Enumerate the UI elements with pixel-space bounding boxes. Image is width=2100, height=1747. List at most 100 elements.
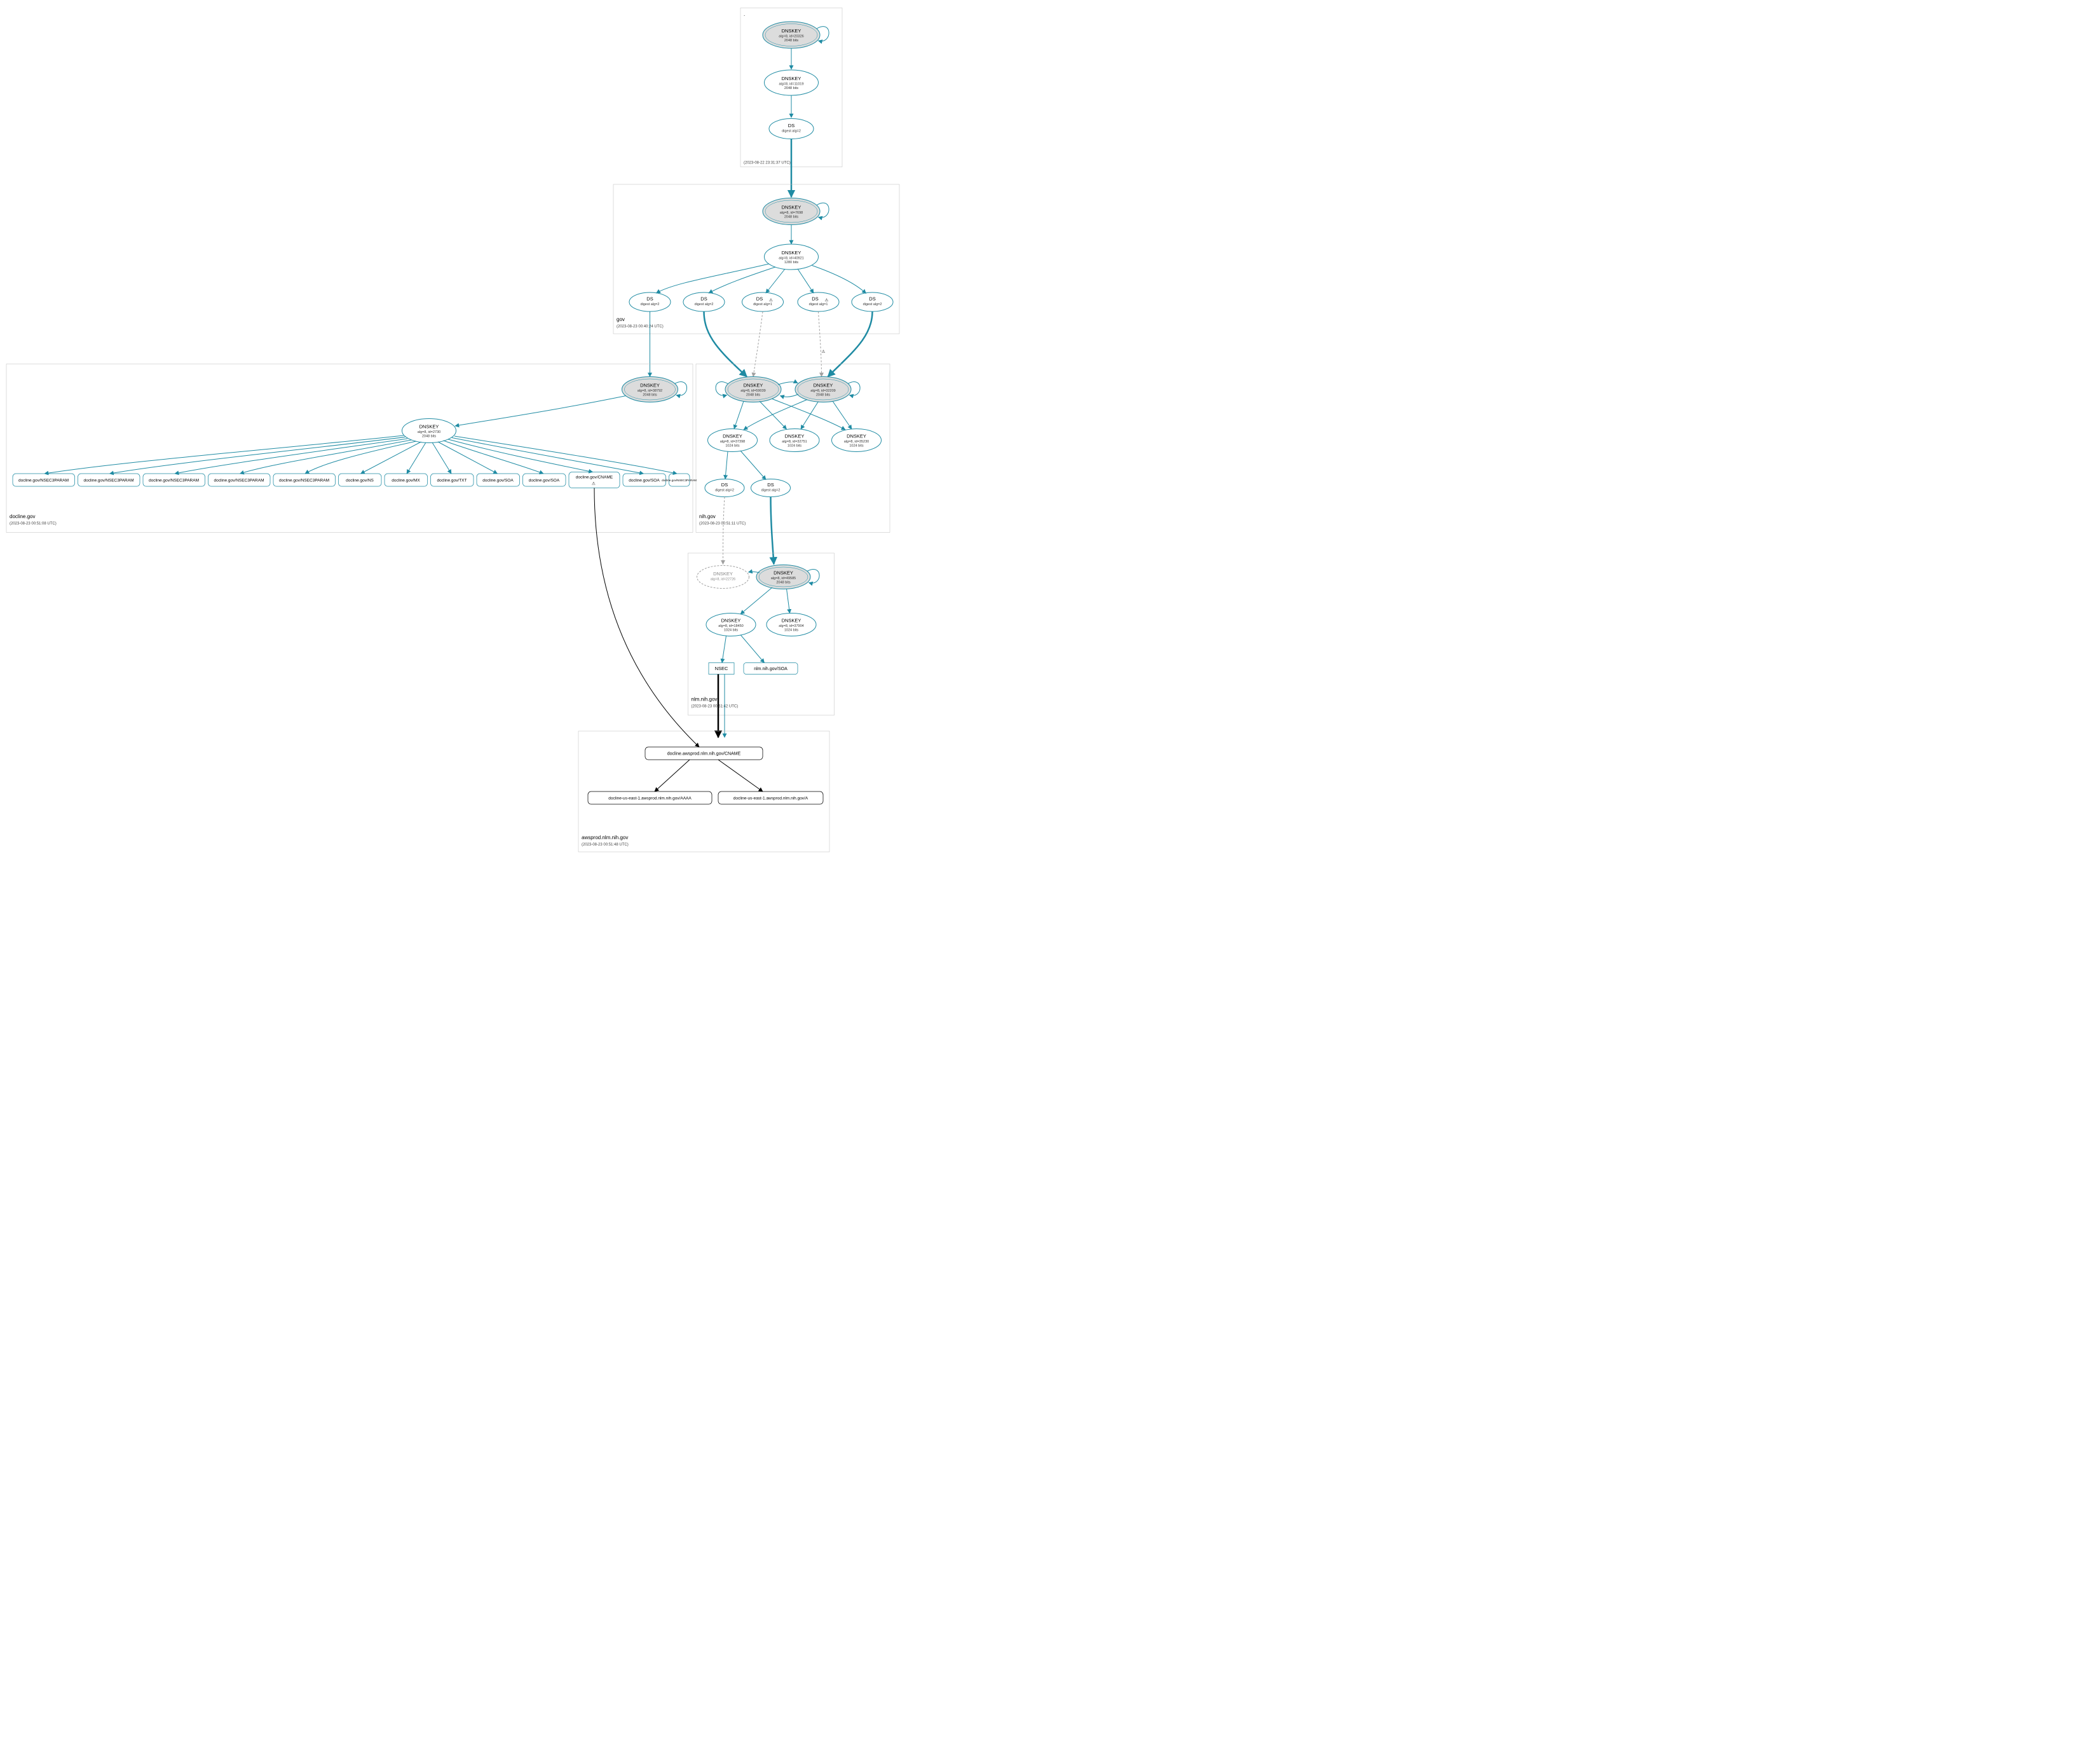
svg-text:2048 bits: 2048 bits [746, 394, 761, 397]
svg-text:DS: DS [721, 482, 728, 488]
svg-text:2048 bits: 2048 bits [784, 216, 799, 219]
svg-text:docline.awsprod.nlm.nih.gov/CN: docline.awsprod.nlm.nih.gov/CNAME [667, 752, 741, 757]
awsprod-a: docline-us-east-1.awsprod.nlm.nih.gov/A [718, 791, 823, 804]
zone-gov-label: gov [617, 317, 625, 322]
svg-text:DS: DS [646, 296, 653, 302]
nlm-ksk-grey: DNSKEY alg=8, id=22726 [697, 566, 749, 589]
zone-nih-label: nih.gov [699, 514, 716, 519]
svg-text:DS: DS [869, 296, 875, 302]
svg-text:alg=8, id=22726: alg=8, id=22726 [711, 578, 735, 582]
svg-text:alg=8, id=7698: alg=8, id=7698 [780, 211, 803, 215]
svg-text:docline-us-east-1.awsprod.nlm.: docline-us-east-1.awsprod.nlm.nih.gov/A [733, 797, 808, 801]
root-ds: DS digest alg=2 [769, 119, 814, 139]
svg-text:alg=8, id=2730: alg=8, id=2730 [418, 430, 440, 434]
nih-zsk3: DNSKEY alg=8, id=35230 1024 bits [832, 429, 882, 452]
gov-ds3: DS ⚠ digest alg=1 [742, 292, 784, 312]
svg-text:DNSKEY: DNSKEY [419, 424, 439, 430]
gov-ds4: DS ⚠ digest alg=1 [798, 292, 839, 312]
svg-text:DS: DS [812, 296, 818, 302]
zone-docline-ts: (2023-08-23 00:51:08 UTC) [10, 522, 57, 526]
svg-text:docline.gov/NSEC3PARAM: docline.gov/NSEC3PARAM [84, 479, 134, 483]
nlm-zsk1: DNSKEY alg=8, id=18450 1024 bits [706, 613, 756, 636]
docline-rr5: docline.gov/NS [339, 474, 382, 486]
gov-ds1: DS digest alg=2 [629, 292, 671, 312]
gov-ksk: DNSKEY alg=8, id=7698 2048 bits [763, 198, 829, 225]
warning-icon: ⚠ [825, 298, 829, 303]
nih-zsk1: DNSKEY alg=8, id=37398 1024 bits [708, 429, 758, 452]
zone-nih-ts: (2023-08-23 00:51:11 UTC) [699, 522, 746, 526]
svg-text:alg=8, id=59039: alg=8, id=59039 [740, 389, 765, 393]
docline-zsk: DNSKEY alg=8, id=2730 2048 bits [402, 419, 456, 443]
svg-text:alg=8, id=11019: alg=8, id=11019 [779, 83, 803, 86]
svg-text:alg=8, id=37398: alg=8, id=37398 [720, 440, 745, 444]
gov-ds2: DS digest alg=2 [683, 292, 725, 312]
svg-text:digest alg=2: digest alg=2 [695, 303, 714, 306]
svg-text:DS: DS [788, 123, 794, 128]
docline-rr7: docline.gov/TXT [431, 474, 474, 486]
awsprod-aaaa: docline-us-east-1.awsprod.nlm.nih.gov/AA… [588, 791, 712, 804]
docline-rr0: docline.gov/NSEC3PARAM [13, 474, 75, 486]
svg-text:DNSKEY: DNSKEY [782, 28, 801, 34]
svg-text:docline.gov/NSEC3PARAM: docline.gov/NSEC3PARAM [662, 479, 697, 482]
svg-text:digest alg=2: digest alg=2 [641, 303, 660, 306]
docline-rr8: docline.gov/SOA [477, 474, 520, 486]
nlm-ksk: DNSKEY alg=8, id=49585 2048 bits [756, 565, 819, 589]
nlm-nsec: NSEC [709, 663, 734, 675]
svg-text:DS: DS [756, 296, 763, 302]
svg-text:alg=8, id=40921: alg=8, id=40921 [779, 257, 803, 261]
svg-text:2048 bits: 2048 bits [643, 394, 657, 397]
svg-text:1024 bits: 1024 bits [724, 629, 739, 633]
zone-nlm: nlm.nih.gov (2023-08-23 00:51:42 UTC) DN… [688, 553, 835, 715]
awsprod-cname: docline.awsprod.nlm.nih.gov/CNAME [645, 747, 763, 760]
svg-text:digest alg=2: digest alg=2 [715, 489, 734, 493]
svg-text:alg=8, id=49585: alg=8, id=49585 [771, 577, 796, 580]
docline-ksk: DNSKEY alg=8, id=38792 2048 bits [622, 377, 687, 402]
docline-rr2: docline.gov/NSEC3PARAM [143, 474, 205, 486]
gov-zsk: DNSKEY alg=8, id=40921 1280 bits [765, 244, 819, 270]
nlm-soa: nlm.nih.gov/SOA [744, 663, 798, 675]
nih-ksk1: DNSKEY alg=8, id=59039 2048 bits [716, 377, 781, 402]
docline-rr10: docline.gov/CNAME ⚠ [569, 472, 620, 488]
svg-text:NSEC: NSEC [715, 666, 728, 671]
zone-docline: docline.gov (2023-08-23 00:51:08 UTC) DN… [6, 364, 697, 533]
svg-text:docline.gov/NSEC3PARAM: docline.gov/NSEC3PARAM [18, 479, 69, 483]
svg-text:DNSKEY: DNSKEY [774, 570, 793, 576]
svg-text:2048 bits: 2048 bits [776, 581, 791, 585]
svg-text:DNSKEY: DNSKEY [713, 571, 733, 577]
svg-text:docline-us-east-1.awsprod.nlm.: docline-us-east-1.awsprod.nlm.nih.gov/AA… [608, 797, 692, 801]
root-ksk: DNSKEY alg=8, id=20326 2048 bits [763, 22, 829, 48]
svg-text:digest alg=2: digest alg=2 [863, 303, 882, 306]
docline-rr11: docline.gov/SOA [623, 474, 666, 486]
svg-text:DNSKEY: DNSKEY [814, 383, 833, 388]
gov-ds5: DS digest alg=2 [852, 292, 893, 312]
svg-text:DNSKEY: DNSKEY [640, 383, 660, 388]
zone-gov-ts: (2023-08-23 00:40:24 UTC) [617, 325, 664, 329]
svg-text:DNSKEY: DNSKEY [782, 250, 801, 256]
warning-icon: ⚠ [822, 349, 826, 354]
docline-rr6: docline.gov/MX [385, 474, 428, 486]
svg-text:docline.gov/CNAME: docline.gov/CNAME [576, 476, 613, 480]
svg-text:nlm.nih.gov/SOA: nlm.nih.gov/SOA [754, 667, 788, 671]
nih-zsk2: DNSKEY alg=8, id=32751 1024 bits [770, 429, 819, 452]
svg-text:DNSKEY: DNSKEY [744, 383, 763, 388]
svg-text:docline.gov/NS: docline.gov/NS [346, 479, 374, 483]
svg-text:2048 bits: 2048 bits [784, 86, 799, 90]
svg-text:DNSKEY: DNSKEY [782, 618, 801, 624]
docline-rr12: docline.gov/NSEC3PARAM [662, 474, 697, 486]
docline-rr9: docline.gov/SOA [523, 474, 566, 486]
svg-text:docline.gov/MX: docline.gov/MX [392, 479, 420, 483]
svg-text:docline.gov/NSEC3PARAM: docline.gov/NSEC3PARAM [149, 479, 199, 483]
svg-text:2048 bits: 2048 bits [816, 394, 831, 397]
zone-docline-label: docline.gov [10, 514, 35, 519]
docline-rr-row: docline.gov/NSEC3PARAM docline.gov/NSEC3… [13, 472, 697, 488]
svg-text:1024 bits: 1024 bits [849, 444, 864, 448]
svg-text:2048 bits: 2048 bits [784, 39, 799, 43]
svg-text:1024 bits: 1024 bits [784, 629, 799, 633]
svg-text:digest alg=2: digest alg=2 [761, 489, 781, 493]
svg-text:alg=8, id=35230: alg=8, id=35230 [844, 440, 869, 444]
docline-rr3: docline.gov/NSEC3PARAM [208, 474, 271, 486]
svg-text:2048 bits: 2048 bits [422, 435, 437, 439]
svg-text:digest alg=1: digest alg=1 [753, 303, 772, 306]
svg-text:DS: DS [767, 482, 774, 488]
svg-text:DNSKEY: DNSKEY [782, 205, 801, 210]
